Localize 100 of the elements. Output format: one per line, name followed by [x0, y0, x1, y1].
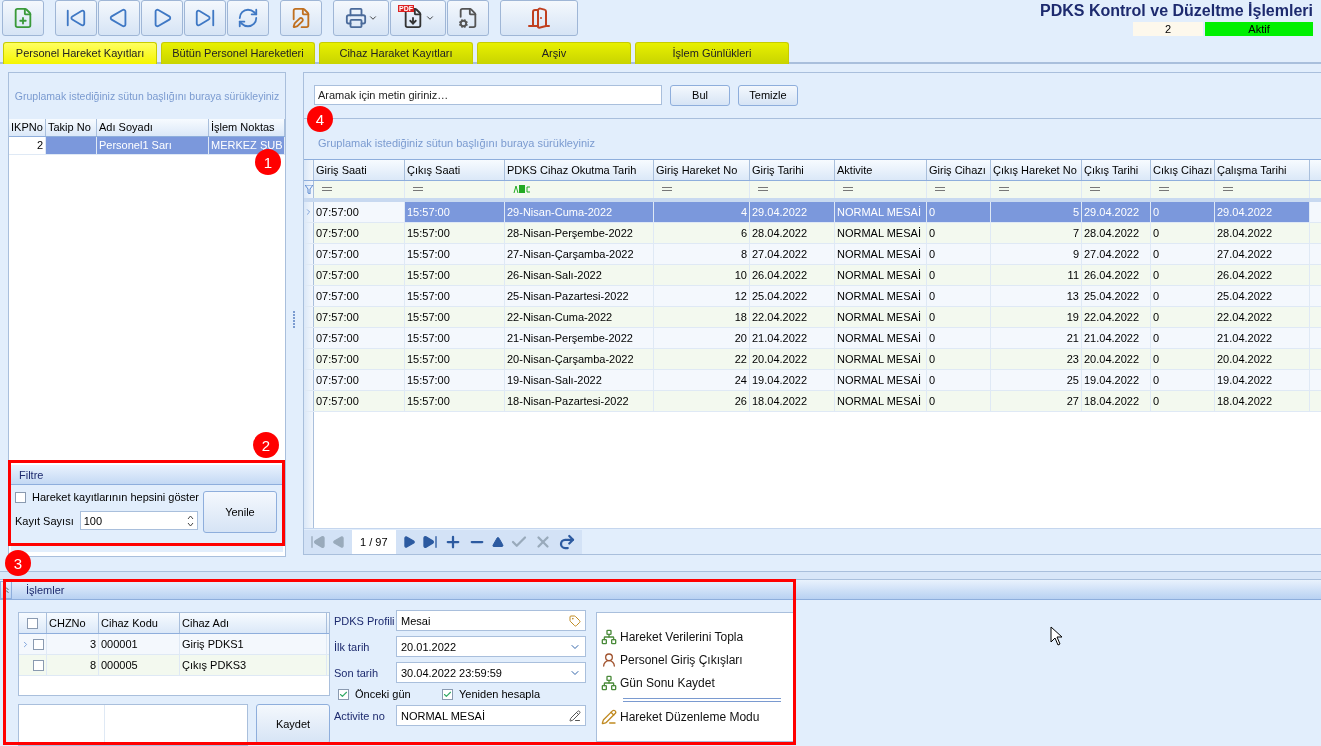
settings-button[interactable] [447, 0, 489, 36]
row-indicator[interactable] [304, 243, 314, 264]
first-record-button[interactable] [55, 0, 97, 36]
column-header[interactable]: CHZNo [47, 613, 99, 633]
equals-icon[interactable] [662, 187, 672, 192]
table-cell: 26.04.2022 [750, 264, 835, 285]
new-file-button[interactable] [2, 0, 44, 36]
column-header[interactable]: Çıkış Hareket No [991, 159, 1082, 180]
previous-page-icon[interactable] [332, 534, 346, 549]
equals-icon[interactable] [999, 187, 1009, 192]
table-cell: NORMAL MESAİ [835, 201, 927, 222]
row-indicator[interactable] [304, 327, 314, 348]
row-checkbox[interactable] [33, 638, 44, 650]
row-indicator[interactable] [304, 306, 314, 327]
column-header[interactable]: Çıkış Tarihi [1082, 159, 1151, 180]
refresh-button[interactable]: Yenile [202, 491, 277, 534]
row-indicator[interactable] [304, 264, 314, 285]
table-cell: 19.04.2022 [1215, 369, 1310, 390]
row-indicator[interactable] [304, 348, 314, 369]
action-link[interactable]: Hareket Verilerini Topla [601, 629, 789, 645]
action-link[interactable]: Hareket Düzenleme Modu [601, 709, 789, 725]
splitter-bar[interactable] [0, 571, 1321, 580]
tab[interactable]: İşlem Günlükleri [635, 41, 789, 64]
text-filter-icon[interactable] [513, 185, 531, 194]
splitter-grip-icon[interactable] [293, 311, 296, 330]
column-header[interactable]: Çalışma Tarihi [1215, 159, 1310, 180]
redo-icon[interactable] [557, 532, 576, 551]
row-indicator[interactable] [304, 201, 314, 222]
spin-arrows-icon[interactable] [186, 514, 194, 527]
row-checkbox[interactable] [33, 659, 44, 671]
column-header[interactable]: Takip No [46, 118, 97, 136]
table-cell: 28.04.2022 [1082, 222, 1151, 243]
input-field[interactable]: NORMAL MESAİ [396, 705, 586, 726]
input-field[interactable]: 30.04.2022 23:59:59 [396, 662, 586, 683]
column-header[interactable]: Giriş Saati [314, 159, 405, 180]
previous-record-button[interactable] [98, 0, 140, 36]
column-header[interactable]: Giriş Cihazı [927, 159, 991, 180]
equals-icon[interactable] [843, 187, 853, 192]
table-cell: NORMAL MESAİ [835, 264, 927, 285]
edit-button[interactable] [280, 0, 322, 36]
tab[interactable]: Bütün Personel Hareketleri [161, 41, 315, 64]
equals-icon[interactable] [413, 187, 423, 192]
find-button[interactable]: Bul [670, 84, 730, 106]
column-header[interactable]: Cıkış Cihazı [1151, 159, 1215, 180]
column-header[interactable]: Aktivite [835, 159, 927, 180]
search-field[interactable]: Aramak için metin giriniz… [314, 85, 662, 106]
row-indicator[interactable] [304, 369, 314, 390]
refresh-button[interactable] [227, 0, 269, 36]
column-header[interactable]: IKPNo [9, 118, 46, 136]
table-cell: 28.04.2022 [1215, 222, 1310, 243]
equals-icon[interactable] [322, 187, 332, 192]
exit-button[interactable] [500, 0, 578, 36]
column-header[interactable]: Giriş Tarihi [750, 159, 835, 180]
clear-button[interactable]: Temizle [738, 84, 798, 106]
record-count-field[interactable]: 100 [79, 511, 198, 531]
table-cell: 15:57:00 [405, 348, 505, 369]
column-header[interactable]: Cihaz Kodu [99, 613, 180, 633]
table-cell: 15:57:00 [405, 222, 505, 243]
equals-icon[interactable] [1223, 187, 1233, 192]
tab[interactable]: Arşiv [477, 41, 631, 64]
last-page-icon[interactable] [421, 533, 438, 550]
edit-icon[interactable] [569, 709, 581, 722]
equals-icon[interactable] [758, 187, 768, 192]
tag-icon[interactable] [569, 614, 581, 627]
filter-icon[interactable] [304, 184, 313, 194]
column-header[interactable]: Cihaz Adı [180, 613, 327, 633]
equals-icon[interactable] [935, 187, 945, 192]
action-link[interactable]: Gün Sonu Kaydet [601, 675, 789, 691]
column-header[interactable]: PDKS Cihaz Okutma Tarih [505, 159, 654, 180]
action-link[interactable]: Personel Giriş Çıkışları [601, 652, 789, 668]
mouse-pointer-icon [1050, 626, 1064, 646]
next-page-icon[interactable] [401, 534, 416, 549]
column-header[interactable]: İşlem Noktas [209, 118, 285, 136]
next-record-button[interactable] [141, 0, 183, 36]
door-icon [527, 6, 551, 30]
option-checkbox[interactable] [338, 688, 349, 700]
first-page-icon[interactable] [310, 533, 326, 550]
move-up-icon[interactable] [491, 535, 504, 548]
equals-icon[interactable] [1090, 187, 1100, 192]
row-indicator[interactable] [304, 285, 314, 306]
column-header[interactable]: Adı Soyadı [97, 118, 209, 136]
show-all-checkbox[interactable] [15, 491, 26, 503]
column-header[interactable]: Çıkış Saati [405, 159, 505, 180]
last-record-button[interactable] [184, 0, 226, 36]
table-cell: 25.04.2022 [750, 285, 835, 306]
option-checkbox[interactable] [442, 688, 454, 700]
tab[interactable]: Personel Hareket Kayıtları [3, 41, 157, 64]
table-cell: 0 [1151, 201, 1215, 222]
select-all-checkbox[interactable] [27, 617, 38, 629]
row-indicator[interactable] [304, 390, 314, 411]
input-field[interactable]: Mesai [396, 610, 586, 631]
row-indicator[interactable] [304, 222, 314, 243]
equals-icon[interactable] [1159, 187, 1169, 192]
table-cell: 19.04.2022 [750, 369, 835, 390]
save-button[interactable]: Kaydet [256, 704, 330, 744]
column-header[interactable]: Giriş Hareket No [654, 159, 750, 180]
input-field[interactable]: 20.01.2022 [396, 636, 586, 657]
print-button[interactable] [333, 0, 389, 36]
tab[interactable]: Cihaz Haraket Kayıtları [319, 41, 473, 64]
table-cell: 26.04.2022 [1082, 264, 1151, 285]
